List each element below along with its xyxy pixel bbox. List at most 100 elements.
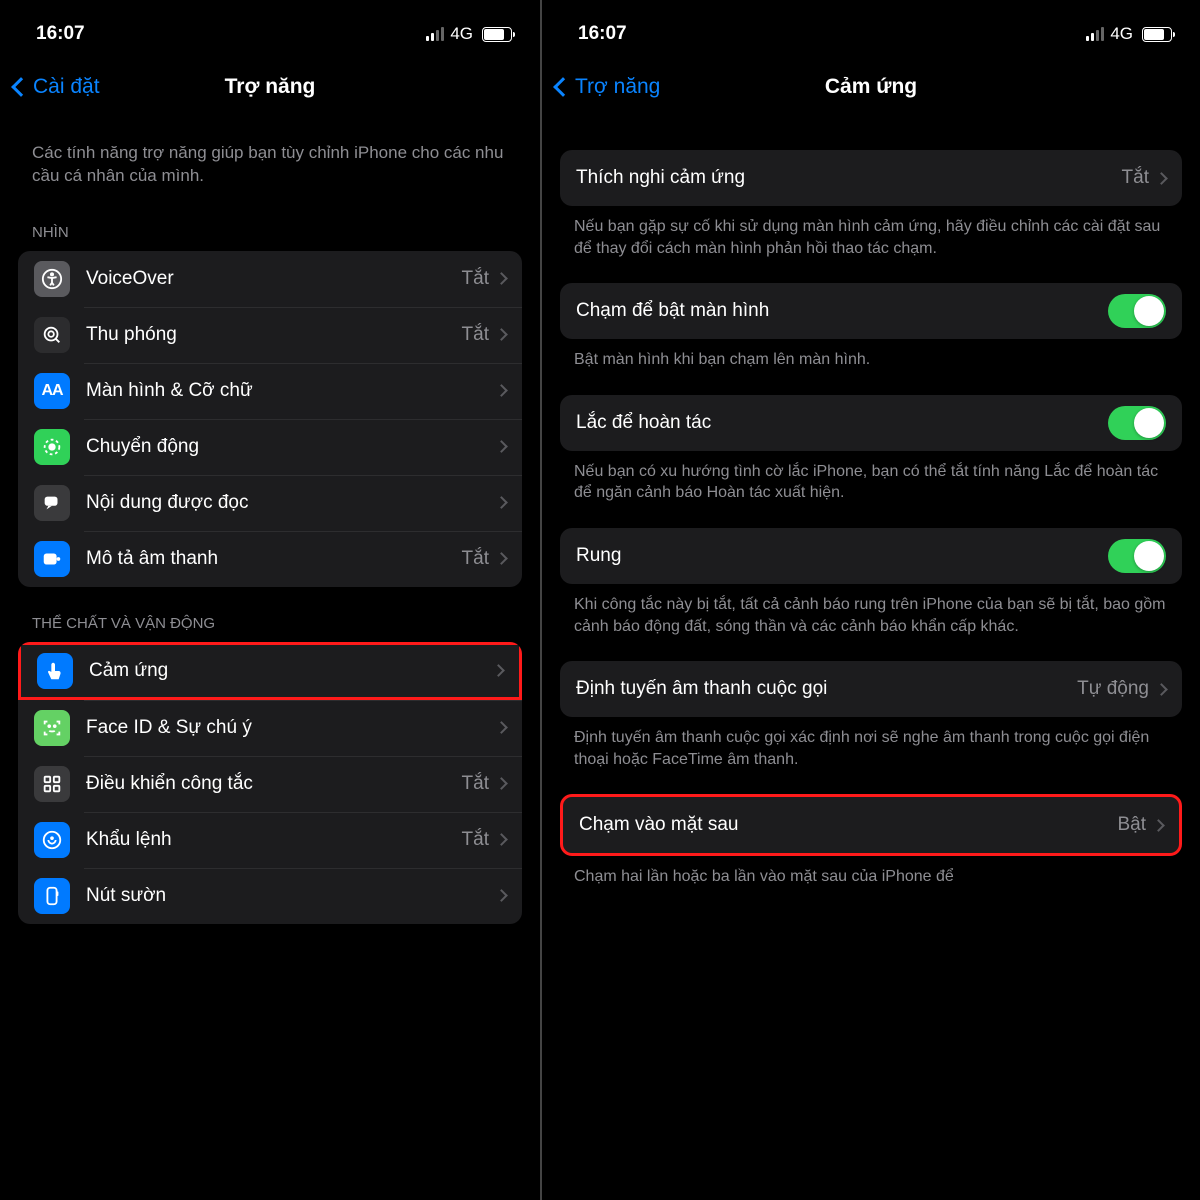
group-call-route: Định tuyến âm thanh cuộc gọi Tự động	[560, 661, 1182, 717]
row-thichnghi[interactable]: Thích nghi cảm ứng Tắt	[560, 150, 1182, 206]
row-label: Lắc để hoàn tác	[576, 412, 1108, 434]
toggle-vibration[interactable]	[1108, 539, 1166, 573]
chevron-right-icon	[1155, 172, 1168, 185]
toggle-shake-undo[interactable]	[1108, 406, 1166, 440]
group-tap-wake: Chạm để bật màn hình	[560, 283, 1182, 339]
row-value: Tự động	[1077, 678, 1149, 700]
voice-icon	[34, 822, 70, 858]
touch-icon	[37, 653, 73, 689]
row-nutsuon[interactable]: Nút sườn	[18, 868, 522, 924]
row-back-tap[interactable]: Chạm vào mặt sau Bật	[563, 797, 1179, 853]
chevron-left-icon	[553, 77, 573, 97]
row-label: Thích nghi cảm ứng	[576, 167, 1122, 189]
row-mota-amthanh[interactable]: Mô tả âm thanhTắt	[18, 531, 522, 587]
accessibility-icon	[34, 261, 70, 297]
back-button[interactable]: Cài đặt	[14, 75, 100, 99]
toggle-tap-wake[interactable]	[1108, 294, 1166, 328]
row-label: Màn hình & Cỡ chữ	[86, 380, 497, 402]
back-label: Cài đặt	[33, 75, 100, 99]
row-value: Tắt	[462, 268, 489, 290]
chevron-right-icon	[492, 665, 505, 678]
row-noidungdoc[interactable]: Nội dung được đọc	[18, 475, 522, 531]
nav-bar: Cài đặt Trợ năng	[0, 58, 540, 116]
row-value: Tắt	[462, 548, 489, 570]
row-label: Chạm để bật màn hình	[576, 300, 1108, 322]
row-label: Chuyển động	[86, 436, 497, 458]
status-bar: 16:07 4G	[542, 0, 1200, 58]
row-shake-undo[interactable]: Lắc để hoàn tác	[560, 395, 1182, 451]
chevron-right-icon	[495, 497, 508, 510]
row-voiceover[interactable]: VoiceOverTắt	[18, 251, 522, 307]
motion-icon	[34, 429, 70, 465]
row-dieukhiencongtac[interactable]: Điều khiển công tắcTắt	[18, 756, 522, 812]
row-value: Tắt	[1122, 167, 1149, 189]
row-vibration[interactable]: Rung	[560, 528, 1182, 584]
chevron-right-icon	[495, 385, 508, 398]
group-thechat: Cảm ứng Face ID & Sự chú ý Điều khiển công…	[18, 642, 522, 924]
section-header-nhin: NHÌN	[18, 196, 522, 251]
chevron-right-icon	[495, 890, 508, 903]
chevron-right-icon	[495, 553, 508, 566]
chevron-right-icon	[1152, 819, 1165, 832]
row-thuphong[interactable]: Thu phóngTắt	[18, 307, 522, 363]
row-value: Tắt	[462, 829, 489, 851]
row-manhinh-cochu[interactable]: AA Màn hình & Cỡ chữ	[18, 363, 522, 419]
chevron-right-icon	[495, 722, 508, 735]
chevron-right-icon	[495, 273, 508, 286]
row-label: Cảm ứng	[89, 660, 494, 682]
row-label: Rung	[576, 545, 1108, 567]
battery-icon	[1142, 27, 1172, 42]
status-bar: 16:07 4G	[0, 0, 540, 58]
row-value: Tắt	[462, 324, 489, 346]
chevron-right-icon	[495, 778, 508, 791]
nav-bar: Trợ năng Cảm ứng	[542, 58, 1200, 116]
status-time: 16:07	[36, 23, 85, 45]
row-label: Định tuyến âm thanh cuộc gọi	[576, 678, 1077, 700]
row-label: Face ID & Sự chú ý	[86, 717, 497, 739]
chevron-right-icon	[495, 441, 508, 454]
group-shake-undo: Lắc để hoàn tác	[560, 395, 1182, 451]
row-label: VoiceOver	[86, 268, 462, 290]
phone-left: 16:07 4G Cài đặt Trợ năng Các tính năng …	[0, 0, 540, 1200]
status-time: 16:07	[578, 23, 627, 45]
row-faceid-suchuy[interactable]: Face ID & Sự chú ý	[18, 700, 522, 756]
faceid-icon	[34, 710, 70, 746]
network-label: 4G	[450, 24, 473, 44]
sidebtn-icon	[34, 878, 70, 914]
content: Thích nghi cảm ứng Tắt Nếu bạn gặp sự cố…	[542, 116, 1200, 928]
group-thichnghi: Thích nghi cảm ứng Tắt	[560, 150, 1182, 206]
chevron-left-icon	[11, 77, 31, 97]
row-value: Tắt	[462, 773, 489, 795]
back-button[interactable]: Trợ năng	[556, 75, 660, 99]
chevron-right-icon	[495, 329, 508, 342]
footer-shake-undo: Nếu bạn có xu hướng tình cờ lắc iPhone, …	[560, 451, 1182, 504]
row-label: Khẩu lệnh	[86, 829, 462, 851]
group-nhin: VoiceOverTắtThu phóngTắtAAMàn hình & Cỡ …	[18, 251, 522, 587]
row-call-route[interactable]: Định tuyến âm thanh cuộc gọi Tự động	[560, 661, 1182, 717]
chevron-right-icon	[1155, 683, 1168, 696]
network-label: 4G	[1110, 24, 1133, 44]
footer-back-tap: Chạm hai lần hoặc ba lần vào mặt sau của…	[560, 856, 1182, 888]
group-back-tap: Chạm vào mặt sau Bật	[560, 794, 1182, 856]
speech-icon	[34, 485, 70, 521]
battery-icon	[482, 27, 512, 42]
row-tap-wake[interactable]: Chạm để bật màn hình	[560, 283, 1182, 339]
signal-icon	[1086, 27, 1104, 41]
aa-icon: AA	[34, 373, 70, 409]
switch-icon	[34, 766, 70, 802]
row-chuyendong[interactable]: Chuyển động	[18, 419, 522, 475]
group-vibration: Rung	[560, 528, 1182, 584]
row-value: Bật	[1117, 814, 1146, 836]
row-label: Nút sườn	[86, 885, 497, 907]
row-label: Thu phóng	[86, 324, 462, 346]
back-label: Trợ năng	[575, 75, 660, 99]
section-header-thechat: THỂ CHẤT VÀ VẬN ĐỘNG	[18, 587, 522, 642]
row-label: Nội dung được đọc	[86, 492, 497, 514]
audio-desc-icon	[34, 541, 70, 577]
row-khaulenh[interactable]: Khẩu lệnhTắt	[18, 812, 522, 868]
footer-tap-wake: Bật màn hình khi bạn chạm lên màn hình.	[560, 339, 1182, 371]
row-camung[interactable]: Cảm ứng	[18, 642, 522, 700]
footer-vibration: Khi công tắc này bị tắt, tất cả cảnh báo…	[560, 584, 1182, 637]
row-label: Chạm vào mặt sau	[579, 814, 1117, 836]
zoom-icon	[34, 317, 70, 353]
